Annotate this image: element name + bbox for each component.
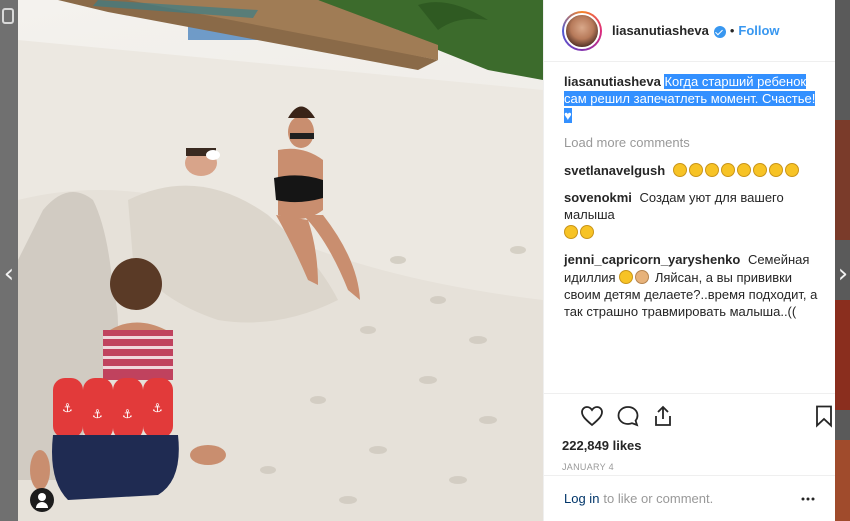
comment-username[interactable]: svetlanavelgush: [564, 163, 665, 178]
comment-username[interactable]: jenni_capricorn_yaryshenko: [564, 252, 740, 267]
follow-button[interactable]: Follow: [738, 23, 779, 38]
svg-text:⚓: ⚓: [122, 407, 133, 421]
bookmark-icon[interactable]: [812, 404, 836, 428]
heart-emoji-icon: ♥: [564, 108, 572, 123]
background-thumbnail: [835, 440, 850, 521]
post-side-panel: liasanutiasheva • Follow liasanutiasheva…: [543, 0, 836, 521]
verified-badge-icon: [713, 25, 726, 38]
grinning-emoji-icon: [688, 163, 703, 177]
folded-hands-emoji-icon: [635, 270, 650, 284]
load-more-comments-link[interactable]: Load more comments: [564, 134, 818, 151]
grinning-emoji-icon: [752, 163, 767, 177]
header-username[interactable]: liasanutiasheva: [612, 23, 709, 38]
smile-emoji-icon: [619, 270, 634, 284]
post-date[interactable]: JANUARY 4: [562, 462, 818, 472]
comment-item: jenni_capricorn_yaryshenko Семейная идил…: [564, 251, 818, 320]
login-link[interactable]: Log in: [564, 491, 599, 506]
svg-text:⚓: ⚓: [152, 401, 163, 415]
comment-item: sovenokmi Создам уют для вашего малыша: [564, 189, 818, 241]
background-thumbnail: [835, 300, 850, 410]
post-photo: ⚓ ⚓ ⚓ ⚓: [18, 0, 543, 521]
avatar-story-ring[interactable]: [562, 10, 602, 51]
share-upload-icon[interactable]: [651, 404, 675, 428]
heart-outline-icon[interactable]: [580, 404, 604, 428]
tagged-users-icon[interactable]: [30, 488, 54, 512]
previous-post-arrow-icon[interactable]: ‹: [0, 261, 18, 287]
post-header: liasanutiasheva • Follow: [544, 0, 836, 62]
grinning-emoji-icon: [720, 163, 735, 177]
beach-photo-illustration: ⚓ ⚓ ⚓ ⚓: [18, 0, 543, 521]
login-bar: Log in to like or comment.: [544, 475, 836, 521]
login-prompt-text: to like or comment.: [603, 491, 714, 506]
comment-item: svetlanavelgush: [564, 161, 818, 179]
instagram-camera-icon[interactable]: [2, 8, 14, 24]
ellipsis-icon[interactable]: [800, 491, 816, 507]
caption: liasanutiasheva Когда старший ребенок са…: [564, 73, 818, 124]
caption-username[interactable]: liasanutiasheva: [564, 74, 661, 89]
smile-emoji-icon: [564, 225, 578, 239]
likes-count[interactable]: 222,849 likes: [562, 438, 818, 453]
comments-list: liasanutiasheva Когда старший ребенок са…: [544, 63, 836, 393]
hug-emoji-icon: [580, 225, 594, 239]
grinning-emoji-icon: [784, 163, 799, 177]
comment-username[interactable]: sovenokmi: [564, 190, 632, 205]
header-separator: •: [729, 23, 735, 38]
next-post-arrow-icon[interactable]: ›: [836, 261, 850, 287]
background-thumbnail: [835, 120, 850, 240]
speech-bubble-icon[interactable]: [616, 404, 640, 428]
grinning-emoji-icon: [736, 163, 751, 177]
avatar[interactable]: [564, 12, 600, 49]
svg-text:⚓: ⚓: [62, 401, 73, 415]
grinning-emoji-icon: [768, 163, 783, 177]
grinning-emoji-icon: [672, 163, 687, 177]
action-icons-row: [562, 394, 832, 438]
svg-text:⚓: ⚓: [92, 407, 103, 421]
grinning-emoji-icon: [704, 163, 719, 177]
